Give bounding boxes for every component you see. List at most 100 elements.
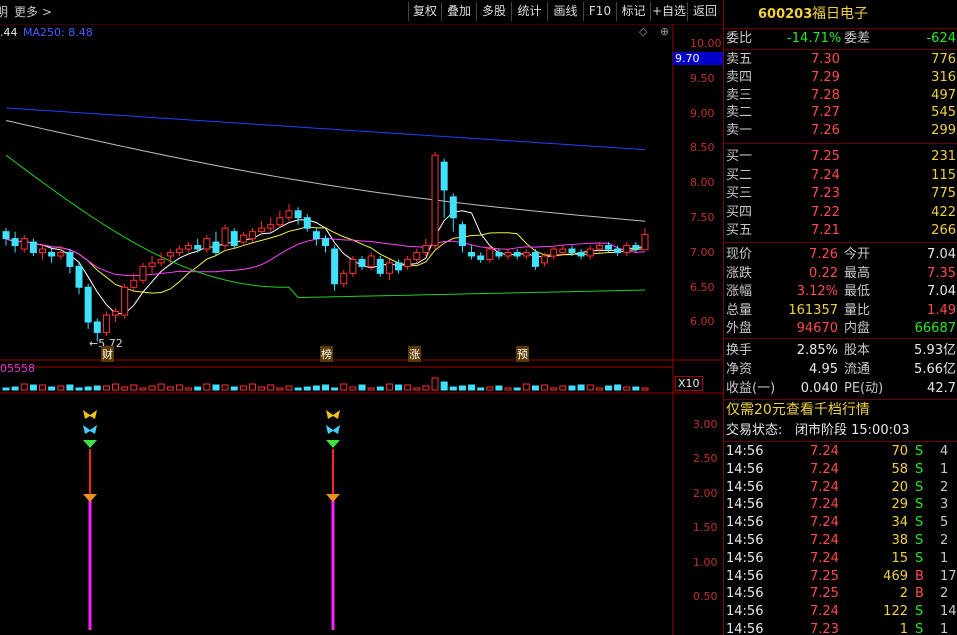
candle-body [477,255,485,260]
tag-limit-up[interactable]: 涨 [408,346,421,362]
volume-bar [431,377,439,391]
tick-side: S [915,515,924,531]
stat-row[interactable]: 外盘 94670 内盘 66687 [724,320,957,338]
candle-body [84,286,92,323]
stat-row[interactable]: 涨幅 3.12% 最低 7.04 [724,283,957,301]
tick-row[interactable]: 14:56 7.24 20 S 2 [724,479,957,497]
stock-code[interactable]: 600203 [758,6,812,24]
tick-volume: 15 [891,550,908,566]
tick-row[interactable]: 14:56 7.24 70 S 4 [724,443,957,461]
stat-row[interactable]: 收益(一) 0.040 PE(动) 42.7 [724,380,957,398]
stat-label: PE(动) [844,380,884,396]
promo-text[interactable]: 仅需20元查看千档行情 [726,402,870,420]
stock-chart-app: 明 更多 > 复权 叠加 多股 统计 画线 F10 标记 +自选 返回 .44 … [0,0,957,635]
quote-panel: 600203 福日电子 委比 -14.71% 委差 -624 卖五 7.30 776… [723,0,957,635]
bid-level[interactable]: 买二 7.24 115 [724,167,957,185]
tick-row[interactable]: 14:56 7.24 34 S 5 [724,514,957,532]
bid-price: 7.22 [811,204,840,220]
ask-level[interactable]: 卖一 7.26 299 [724,122,957,140]
stats-button[interactable]: 统计 [511,2,547,21]
ask-level[interactable]: 卖五 7.30 776 [724,51,957,69]
moving-average-lines [5,107,646,315]
stat-row[interactable]: 现价 7.26 今开 7.04 [724,246,957,264]
sub-tick: 2.00 [693,486,718,500]
tick-price: 7.24 [810,533,839,548]
back-button[interactable]: 返回 [687,2,722,21]
tag-finance[interactable]: 财 [101,346,114,362]
candle-body [486,248,494,260]
tick-time: 14:56 [726,604,764,620]
tick-row[interactable]: 14:56 7.23 1 S 1 [724,621,957,635]
tag-list[interactable]: 榜 [320,346,333,362]
stat-row[interactable]: 净资 4.95 流通 5.66亿 [724,361,957,379]
divider [724,242,957,243]
bid-level[interactable]: 买三 7.23 775 [724,185,957,203]
ask-price: 7.27 [811,105,840,121]
volume-bar [185,387,193,391]
overlay-button[interactable]: 叠加 [441,2,476,21]
tick-row[interactable]: 14:56 7.24 122 S 14 [724,603,957,621]
bid-level[interactable]: 买四 7.22 422 [724,204,957,222]
volume-bar [139,387,147,391]
stat-value: 5.66亿 [914,361,956,377]
bid-level[interactable]: 买五 7.21 266 [724,222,957,240]
multi-stock-button[interactable]: 多股 [476,2,511,21]
stat-row[interactable]: 总量 161357 量比 1.49 [724,302,957,320]
tick-volume: 469 [883,568,908,584]
period-label[interactable]: 明 [0,3,8,20]
candle-body [148,262,156,267]
weicha-label: 委差 [844,31,871,46]
ask-level[interactable]: 卖四 7.29 316 [724,69,957,87]
candle-body [340,272,348,285]
divider [724,49,957,50]
tick-row[interactable]: 14:56 7.24 29 S 3 [724,496,957,514]
tick-volume: 58 [891,461,908,477]
candle-body [404,258,412,267]
volume-bar [586,384,594,391]
candle-body [632,245,640,250]
tick-count: 5 [940,515,949,531]
kline-chart[interactable] [0,24,723,635]
ask-level[interactable]: 卖三 7.28 497 [724,87,957,105]
tick-side: S [915,444,924,459]
tick-price: 7.24 [810,497,839,513]
candle-body [48,252,56,257]
volume-bar [349,386,357,391]
volume-bar [175,384,183,391]
tag-forecast[interactable]: 预 [516,346,529,362]
tick-volume: 34 [891,515,908,531]
stat-label: 涨跌 [726,265,753,281]
draw-line-button[interactable]: 画线 [547,2,583,21]
tick-row[interactable]: 14:56 7.24 58 S 1 [724,461,957,479]
sub-tick: 3.00 [693,418,718,431]
candle-body [112,311,120,316]
candle-body [75,265,83,288]
diamond-icon[interactable]: ◇ [639,25,647,38]
stat-row[interactable]: 涨跌 0.22 最高 7.35 [724,265,957,283]
tick-time: 14:56 [726,550,764,566]
stat-label: 换手 [726,343,753,358]
more-menu[interactable]: 更多 > [14,3,52,20]
chart-area[interactable]: .44 MA250: 8.48 ◇ ⊕ 10.00 9.50 9.00 8.50 8.0… [0,24,723,635]
candle-body [121,286,129,316]
candle-body [367,255,375,267]
tick-row[interactable]: 14:56 7.24 15 S 1 [724,550,957,568]
stock-name[interactable]: 福日电子 [812,6,868,24]
ask-level[interactable]: 卖二 7.27 545 [724,104,957,122]
fuquan-button[interactable]: 复权 [408,2,441,21]
promo-row[interactable]: 仅需20元查看千档行情 [724,402,957,420]
volume-bar [449,386,457,391]
stat-row[interactable]: 换手 2.85% 股本 5.93亿 [724,342,957,360]
tick-row[interactable]: 14:56 7.25 469 B 17 [724,568,957,586]
volume-bar [258,386,266,391]
add-watchlist-button[interactable]: +自选 [650,2,687,21]
bid-level[interactable]: 买一 7.25 231 [724,148,957,166]
tick-row[interactable]: 14:56 7.24 38 S 2 [724,532,957,550]
settings-icon[interactable]: ⊕ [660,25,669,38]
volume-bar [148,385,156,391]
volume-bar [413,387,421,391]
tick-row[interactable]: 14:56 7.25 2 B 2 [724,585,957,603]
tick-price: 7.24 [810,604,839,620]
f10-button[interactable]: F10 [583,2,616,21]
mark-button[interactable]: 标记 [616,2,650,21]
